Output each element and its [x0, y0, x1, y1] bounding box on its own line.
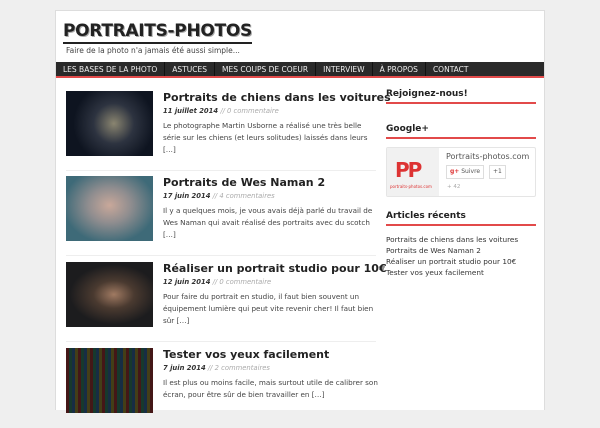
post-item: Tester vos yeux facilement 7 juin 2014 /…: [66, 348, 378, 428]
site-tagline: Faire de la photo n'a jamais été aussi s…: [66, 46, 240, 55]
site-title[interactable]: PORTRAITS-PHOTOS: [63, 21, 252, 44]
post-title[interactable]: Portraits de Wes Naman 2: [163, 176, 325, 189]
post-thumbnail[interactable]: [66, 91, 153, 156]
recent-post-link[interactable]: Portraits de chiens dans les voitures: [386, 234, 536, 245]
sidebar: Rejoignez-nous! Google+ PP portraits-pho…: [386, 89, 536, 278]
post-excerpt: Il est plus ou moins facile, mais surtou…: [163, 378, 378, 399]
gplus-page-name[interactable]: Portraits-photos.com: [446, 152, 529, 161]
widget-title-recent: Articles récents: [386, 211, 536, 226]
gplus-logo[interactable]: PP portraits-photos.com: [387, 148, 439, 196]
nav-contact[interactable]: CONTACT: [426, 62, 476, 76]
recent-post-link[interactable]: Portraits de Wes Naman 2: [386, 245, 536, 256]
post-meta: 17 juin 2014 // 4 commentaires: [163, 192, 275, 200]
post-comments[interactable]: // 0 commentaire: [213, 278, 272, 286]
post-item: Portraits de chiens dans les voitures 11…: [66, 91, 391, 171]
post-meta: 11 juillet 2014 // 0 commentaire: [163, 107, 279, 115]
post-meta: 12 juin 2014 // 0 commentaire: [163, 278, 271, 286]
post-thumbnail[interactable]: [66, 262, 153, 327]
gplus-badge: PP portraits-photos.com Portraits-photos…: [386, 147, 536, 197]
post-date: 11 juillet 2014: [163, 107, 219, 115]
site-logo[interactable]: PORTRAITS-PHOTOS Faire de la photo n'a j…: [63, 21, 252, 55]
post-comments[interactable]: // 0 commentaire: [220, 107, 279, 115]
post-excerpt: Il y a quelques mois, je vous avais déjà…: [163, 206, 373, 239]
nav-coups-de-coeur[interactable]: MES COUPS DE COEUR: [215, 62, 317, 76]
post-item: Portraits de Wes Naman 2 17 juin 2014 //…: [66, 176, 376, 256]
gplus-follow-button[interactable]: g+ Suivre: [446, 165, 485, 179]
nav-astuces[interactable]: ASTUCES: [165, 62, 215, 76]
post-date: 12 juin 2014: [163, 278, 211, 286]
widget-title-gplus: Google+: [386, 124, 536, 139]
gplus-icon: g+: [450, 168, 460, 175]
post-date: 17 juin 2014: [163, 192, 211, 200]
recent-post-link[interactable]: Tester vos yeux facilement: [386, 267, 536, 278]
post-thumbnail[interactable]: [66, 176, 153, 241]
gplus-plusone-button[interactable]: +1: [489, 165, 506, 179]
logo-text: portraits-photos.com: [390, 184, 432, 189]
page-container: PORTRAITS-PHOTOS Faire de la photo n'a j…: [55, 10, 545, 413]
post-comments[interactable]: // 4 commentaires: [213, 192, 275, 200]
post-title[interactable]: Réaliser un portrait studio pour 10€: [163, 262, 387, 275]
post-excerpt: Pour faire du portrait en studio, il fau…: [163, 292, 374, 325]
post-comments[interactable]: // 2 commentaires: [208, 364, 270, 372]
post-thumbnail[interactable]: [66, 348, 153, 413]
post-excerpt: Le photographe Martin Usborne a réalisé …: [163, 121, 368, 154]
main-nav: LES BASES DE LA PHOTO ASTUCES MES COUPS …: [56, 62, 544, 78]
post-title[interactable]: Tester vos yeux facilement: [163, 348, 329, 361]
post-item: Réaliser un portrait studio pour 10€ 12 …: [66, 262, 387, 342]
post-date: 7 juin 2014: [163, 364, 206, 372]
nav-interview[interactable]: INTERVIEW: [316, 62, 373, 76]
gplus-count: + 42: [447, 184, 461, 190]
nav-bases[interactable]: LES BASES DE LA PHOTO: [56, 62, 166, 76]
post-meta: 7 juin 2014 // 2 commentaires: [163, 364, 270, 372]
logo-letters: PP: [395, 158, 422, 182]
post-title[interactable]: Portraits de chiens dans les voitures: [163, 91, 391, 104]
recent-post-link[interactable]: Réaliser un portrait studio pour 10€: [386, 256, 536, 267]
nav-a-propos[interactable]: À PROPOS: [373, 62, 426, 76]
widget-title-join: Rejoignez-nous!: [386, 89, 536, 104]
